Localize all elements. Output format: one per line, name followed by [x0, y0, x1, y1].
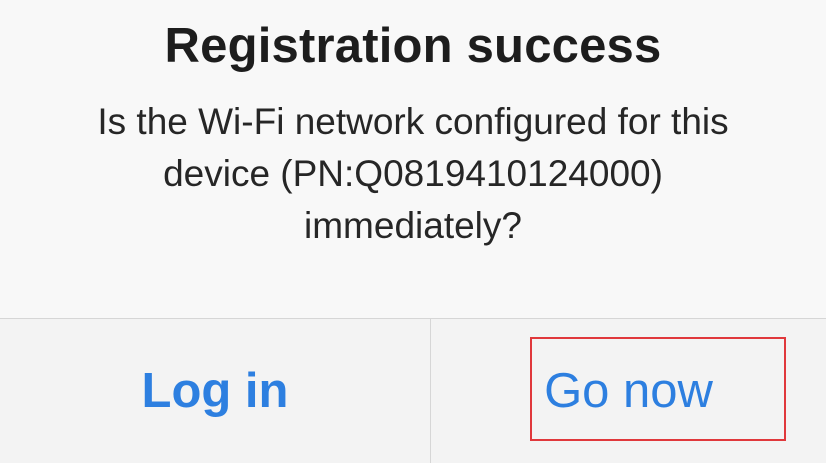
dialog-button-row: Log in Go now — [0, 318, 826, 463]
dialog-message-line-3: immediately? — [304, 205, 522, 246]
go-now-button[interactable]: Go now — [431, 319, 826, 463]
dialog-message-line-2: device (PN:Q0819410124000) — [163, 153, 663, 194]
registration-dialog: Registration success Is the Wi-Fi networ… — [0, 0, 826, 463]
dialog-message: Is the Wi-Fi network configured for this… — [0, 96, 826, 252]
dialog-message-line-1: Is the Wi-Fi network configured for this — [97, 101, 729, 142]
dialog-title: Registration success — [164, 19, 662, 73]
log-in-button[interactable]: Log in — [0, 319, 430, 463]
dialog-body: Registration success Is the Wi-Fi networ… — [0, 0, 826, 318]
